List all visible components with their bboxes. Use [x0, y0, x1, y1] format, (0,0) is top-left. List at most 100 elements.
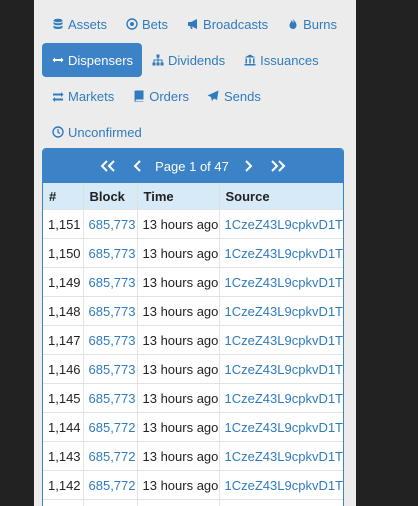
nav-label: Burns [303, 16, 338, 32]
nav-item-markets[interactable]: Markets [42, 79, 123, 113]
source-cell: 1CzeZ43L9cpkvD1TX [219, 267, 344, 297]
table-row: 1,147 685,773 13 hours ago 1CzeZ43L9cpkvD1T… [43, 325, 344, 355]
time-cell: 13 hours ago [137, 470, 220, 500]
pagination-bar: Page 1 of 47 [43, 149, 343, 183]
nav-label: Dispensers [68, 52, 134, 68]
block-link[interactable]: 685,773 [89, 391, 136, 406]
block-link[interactable]: 685,773 [89, 304, 136, 319]
book-icon [132, 90, 145, 103]
next-page-icon[interactable] [243, 160, 253, 172]
source-cell: 1CzeZ43L9cpkvD1TX [219, 238, 344, 268]
block-cell: 685,772 [83, 441, 138, 471]
column-header-block[interactable]: Block [83, 183, 138, 210]
table-row: 1,151 685,773 13 hours ago 1CzeZ43L9cpkvD1T… [43, 209, 344, 239]
time-cell: 13 hours ago [137, 499, 220, 506]
time-cell: 13 hours ago [137, 209, 220, 239]
source-address-link[interactable]: 1CzeZ43L9cpkvD1TX [225, 362, 344, 377]
dispensers-table-card: Page 1 of 47 # Block Time Source 1,151 68… [42, 148, 344, 506]
time-cell: 13 hours ago [137, 354, 220, 384]
source-address-link[interactable]: 1CzeZ43L9cpkvD1TX [225, 217, 344, 232]
block-link[interactable]: 685,773 [89, 246, 136, 261]
source-cell: 1CzeZ43L9cpkvD1TX [219, 325, 344, 355]
nav-item-burns[interactable]: Burns [277, 7, 346, 41]
row-index: 1,146 [43, 354, 84, 384]
explorer-panel: Assets Bets Broadcasts Burns Dispensers [34, 0, 356, 506]
block-link[interactable]: 685,773 [89, 217, 136, 232]
nav-row-3: Markets Orders Sends [42, 78, 352, 114]
table-row: 1,148 685,773 13 hours ago 1CzeZ43L9cpkvD1T… [43, 296, 344, 326]
nav-row-1: Assets Bets Broadcasts Burns [42, 6, 352, 42]
source-cell: 1CzeZ43L9cpkvD1TX [219, 383, 344, 413]
block-cell: 685,773 [83, 267, 138, 297]
source-address-link[interactable]: 1CzeZ43L9cpkvD1TX [225, 304, 344, 319]
block-cell: 685,772 [83, 470, 138, 500]
table-row: 1,141685,77213 hours ago1CzeZ43L9cpkvD1T… [43, 499, 343, 506]
nav-item-broadcasts[interactable]: Broadcasts [177, 7, 277, 41]
source-address-link[interactable]: 1CzeZ43L9cpkvD1TX [225, 478, 344, 493]
nav-label: Broadcasts [203, 16, 269, 32]
nav-row-2: Dispensers Dividends Issuances [42, 42, 352, 78]
sitemap-icon [151, 54, 164, 67]
arrows-h-icon [51, 54, 64, 67]
source-address-link[interactable]: 1CzeZ43L9cpkvD1TX [225, 391, 344, 406]
nav-label: Issuances [260, 52, 319, 68]
block-link[interactable]: 685,772 [89, 420, 136, 435]
source-cell: 1CzeZ43L9cpkvD1TX [219, 354, 344, 384]
time-cell: 13 hours ago [137, 383, 220, 413]
block-link[interactable]: 685,772 [89, 449, 136, 464]
nav-item-sends[interactable]: Sends [198, 79, 270, 113]
block-cell: 685,773 [83, 325, 138, 355]
table-row: 1,149 685,773 13 hours ago 1CzeZ43L9cpkvD1T… [43, 267, 344, 297]
block-cell: 685,773 [83, 209, 138, 239]
prev-page-icon[interactable] [133, 160, 143, 172]
block-link[interactable]: 685,772 [89, 478, 136, 493]
column-header-number[interactable]: # [43, 183, 84, 210]
source-address-link[interactable]: 1CzeZ43L9cpkvD1TX [225, 333, 344, 348]
column-header-source[interactable]: Source [219, 183, 343, 210]
nav-item-orders[interactable]: Orders [123, 79, 198, 113]
time-cell: 13 hours ago [137, 238, 220, 268]
nav-label: Sends [223, 88, 261, 104]
page-indicator: Page 1 of 47 [155, 158, 229, 174]
block-cell: 685,773 [83, 296, 138, 326]
first-page-icon[interactable] [99, 160, 117, 172]
table-row: 1,143 685,772 13 hours ago 1CzeZ43L9cpkvD1T… [43, 441, 344, 471]
nav-row-4: Unconfirmed [42, 114, 352, 150]
block-link[interactable]: 685,773 [89, 362, 136, 377]
block-cell: 685,773 [83, 383, 138, 413]
table-row: 1,150 685,773 13 hours ago 1CzeZ43L9cpkvD1T… [43, 238, 344, 268]
block-cell: 685,773 [83, 238, 138, 268]
column-header-time[interactable]: Time [137, 183, 220, 210]
source-address-link[interactable]: 1CzeZ43L9cpkvD1TX [225, 275, 344, 290]
bank-icon [243, 54, 256, 67]
source-cell: 1CzeZ43L9cpkvD1TX [219, 209, 344, 239]
nav-item-bets[interactable]: Bets [116, 7, 177, 41]
table-header-row: # Block Time Source [43, 183, 343, 210]
source-address-link[interactable]: 1CzeZ43L9cpkvD1TX [225, 449, 344, 464]
source-address-link[interactable]: 1CzeZ43L9cpkvD1TX [225, 420, 344, 435]
exchange-icon [51, 90, 64, 103]
table-row: 1,146 685,773 13 hours ago 1CzeZ43L9cpkvD1T… [43, 354, 344, 384]
nav-label: Unconfirmed [68, 124, 142, 140]
dice-icon [125, 18, 138, 31]
row-index: 1,145 [43, 383, 84, 413]
block-link[interactable]: 685,773 [89, 275, 136, 290]
table-row: 1,144 685,772 13 hours ago 1CzeZ43L9cpkvD1T… [43, 412, 344, 442]
nav-item-issuances[interactable]: Issuances [234, 43, 328, 77]
nav-item-dispensers[interactable]: Dispensers [42, 43, 143, 77]
nav-item-unconfirmed[interactable]: Unconfirmed [42, 115, 151, 149]
nav-item-dividends[interactable]: Dividends [142, 43, 234, 77]
nav-label: Orders [149, 88, 189, 104]
source-cell: 1CzeZ43L9cpkvD1TX [219, 296, 344, 326]
source-address-link[interactable]: 1CzeZ43L9cpkvD1TX [225, 246, 344, 261]
block-link[interactable]: 685,773 [89, 333, 136, 348]
block-cell: 685,772 [83, 499, 138, 506]
block-cell: 685,773 [83, 354, 138, 384]
source-cell: 1CzeZ43L9cpkvD1TX [219, 412, 344, 442]
source-cell: 1CzeZ43L9cpkvD1TX [219, 441, 344, 471]
last-page-icon[interactable] [269, 160, 287, 172]
row-index: 1,143 [43, 441, 84, 471]
nav-item-assets[interactable]: Assets [42, 7, 116, 41]
source-cell: 1CzeZ43L9cpkvD1TX [219, 470, 344, 500]
row-index: 1,149 [43, 267, 84, 297]
